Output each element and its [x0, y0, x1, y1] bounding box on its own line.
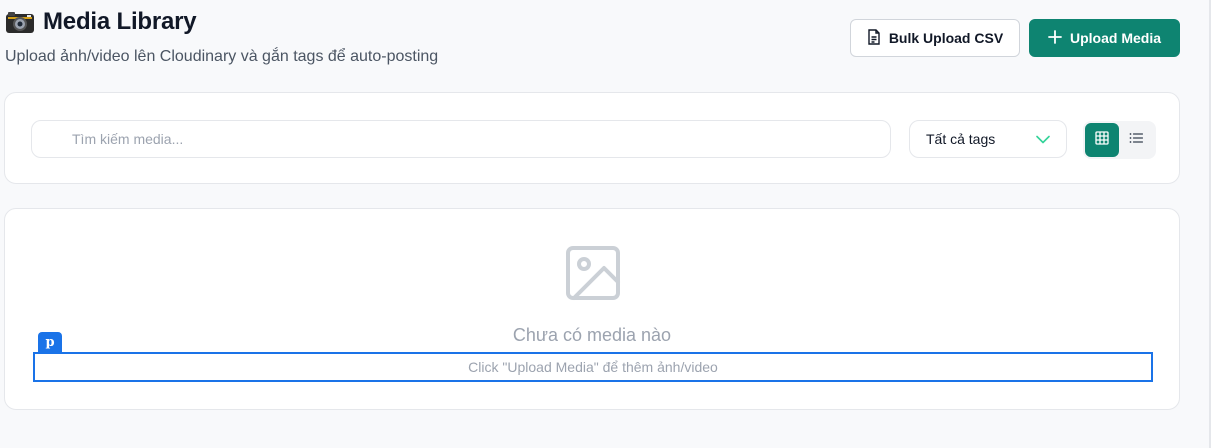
upload-media-button[interactable]: Upload Media — [1029, 19, 1180, 57]
page-title: Media Library — [43, 8, 197, 35]
bulk-upload-csv-button[interactable]: Bulk Upload CSV — [850, 19, 1020, 57]
list-view-button[interactable] — [1119, 123, 1153, 157]
plus-icon — [1048, 29, 1062, 47]
file-icon — [867, 28, 881, 48]
tags-select-value: Tất cả tags — [926, 131, 996, 147]
chevron-down-icon — [1036, 131, 1050, 147]
inspector-badge: p — [38, 332, 62, 352]
camera-icon — [5, 9, 35, 35]
empty-state-title: Chưa có media nào — [512, 325, 672, 345]
list-icon — [1129, 131, 1144, 149]
bulk-upload-label: Bulk Upload CSV — [888, 30, 1004, 46]
upload-media-label: Upload Media — [1069, 30, 1161, 46]
search-input[interactable] — [32, 121, 890, 157]
image-icon — [564, 244, 622, 302]
tags-select[interactable]: Tất cả tags — [909, 120, 1067, 158]
grid-view-button[interactable] — [1085, 123, 1119, 157]
media-empty-state: Chưa có media nào p Click "Upload Media"… — [4, 208, 1180, 410]
search-box — [31, 120, 891, 158]
empty-state-hint: Click "Upload Media" để thêm ảnh/video — [33, 352, 1153, 382]
view-toggle — [1083, 121, 1156, 159]
grid-icon — [1095, 130, 1109, 150]
filter-bar: Tất cả tags — [4, 92, 1180, 184]
